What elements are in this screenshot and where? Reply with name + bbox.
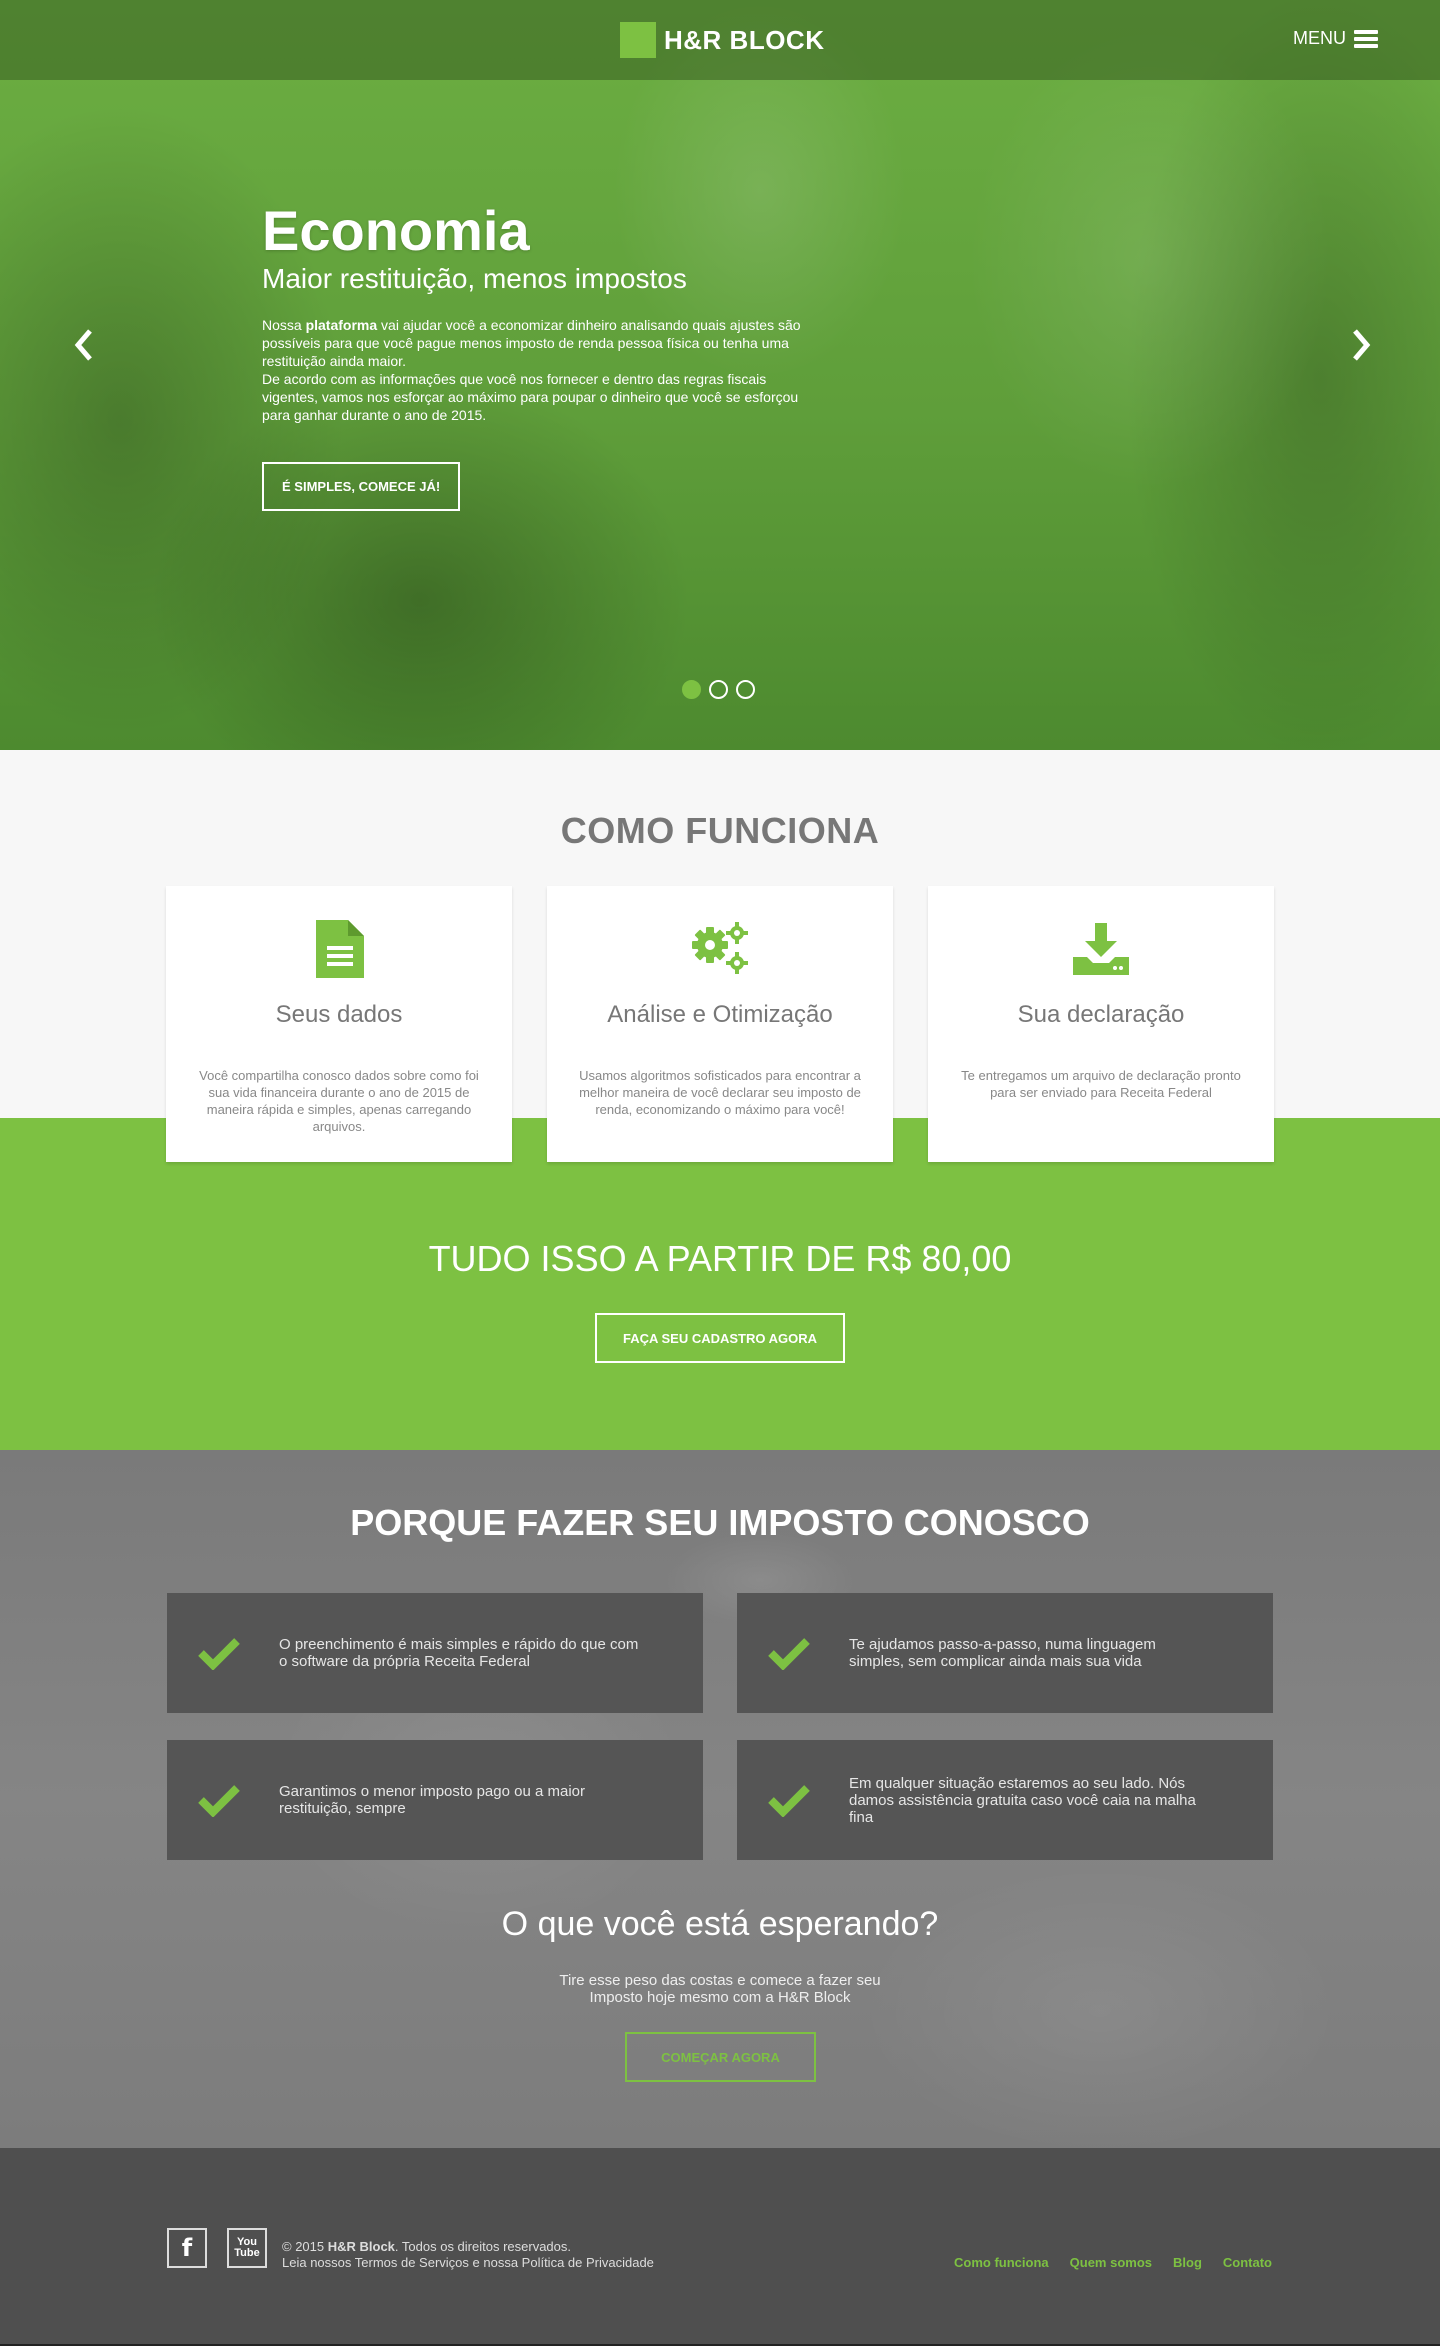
- hero-banner: H&R BLOCK MENU Economia Maior restituiçã…: [0, 0, 1440, 750]
- benefit-text: O preenchimento é mais simples e rápido …: [279, 1636, 639, 1670]
- checkmark-icon: [198, 1638, 240, 1670]
- benefit-text: Garantimos o menor imposto pago ou a mai…: [279, 1783, 585, 1817]
- cta-heading: O que você está esperando?: [501, 1905, 939, 1943]
- legal-links-line[interactable]: Leia nossos Termos de Serviços e nossa P…: [282, 2255, 654, 2270]
- benefit-text: Em qualquer situação estaremos ao seu la…: [849, 1774, 1196, 1826]
- steps-cards: Seus dados Você compartilha conosco dado…: [166, 886, 1274, 1162]
- hero-title: Economia: [262, 199, 530, 262]
- chevron-right-icon: [1353, 329, 1371, 361]
- hero-text-pre: Nossa: [262, 317, 306, 333]
- carousel-dot-3[interactable]: [736, 680, 755, 699]
- brand-logo[interactable]: H&R BLOCK: [620, 22, 825, 58]
- carousel-prev-button[interactable]: [70, 325, 100, 365]
- start-now-bottom-button[interactable]: COMEÇAR AGORA: [625, 2032, 816, 2082]
- footer-nav: Como funciona Quem somos Blog Contato: [954, 2255, 1272, 2270]
- download-icon: [928, 919, 1274, 979]
- step-title: Análise e Otimização: [607, 1001, 833, 1028]
- copyright-prefix: © 2015: [282, 2239, 328, 2254]
- cta-text-content: Tire esse peso das costas e comece a faz…: [559, 1972, 881, 2006]
- footer-link-blog[interactable]: Blog: [1173, 2255, 1202, 2270]
- logo-square-icon: [620, 22, 656, 58]
- hero-text-bold: plataforma: [305, 317, 378, 333]
- hero-text-second: De acordo com as informações que você no…: [262, 371, 799, 423]
- step-title: Sua declaração: [1017, 1001, 1185, 1028]
- footer-link-contato[interactable]: Contato: [1223, 2255, 1272, 2270]
- checkmark-icon: [768, 1785, 810, 1817]
- hero-content: Economia Maior restituição, menos impost…: [262, 200, 802, 511]
- footer: f You Tube © 2015 H&R Block. Todos os dir…: [0, 2148, 1440, 2346]
- carousel-dot-1[interactable]: [682, 680, 701, 699]
- youtube-glyph-bottom: Tube: [234, 2247, 260, 2259]
- checkmark-icon: [768, 1638, 810, 1670]
- youtube-icon[interactable]: You Tube: [227, 2228, 267, 2268]
- benefit-card: Garantimos o menor imposto pago ou a mai…: [167, 1740, 703, 1860]
- step-description: Você compartilha conosco dados sobre com…: [199, 1068, 479, 1134]
- document-icon: [166, 919, 512, 979]
- step-title: Seus dados: [275, 1001, 403, 1028]
- green-band: [0, 1118, 1440, 1450]
- hero-paragraph: Nossa plataforma vai ajudar você a econo…: [262, 316, 802, 424]
- brand-name: H&R BLOCK: [664, 24, 825, 55]
- facebook-icon[interactable]: f: [167, 2228, 207, 2268]
- benefit-card: Te ajudamos passo-a-passo, numa linguage…: [737, 1593, 1273, 1713]
- step-card-declaration: Sua declaração Te entregamos um arquivo …: [928, 886, 1274, 1162]
- menu-button[interactable]: MENU: [1293, 28, 1378, 49]
- hamburger-icon: [1354, 29, 1378, 48]
- how-it-works-title: COMO FUNCIONA: [560, 810, 880, 851]
- copyright-brand: H&R Block: [327, 2239, 395, 2254]
- checkmark-icon: [198, 1785, 240, 1817]
- menu-label: MENU: [1293, 28, 1346, 48]
- hero-subtitle: Maior restituição, menos impostos: [262, 263, 687, 294]
- chevron-left-icon: [74, 329, 92, 361]
- carousel-indicators: [682, 680, 755, 699]
- cta-text: Tire esse peso das costas e comece a faz…: [0, 1972, 1440, 2006]
- carousel-dot-2[interactable]: [709, 680, 728, 699]
- footer-link-como-funciona[interactable]: Como funciona: [954, 2255, 1049, 2270]
- signup-button[interactable]: FAÇA SEU CADASTRO AGORA: [595, 1313, 845, 1363]
- copyright-text: © 2015 H&R Block. Todos os direitos rese…: [282, 2239, 654, 2271]
- top-navbar: H&R BLOCK MENU: [0, 0, 1440, 80]
- step-description: Te entregamos um arquivo de declaração p…: [961, 1068, 1241, 1100]
- step-description: Usamos algoritmos sofisticados para enco…: [579, 1068, 861, 1117]
- start-now-button[interactable]: É SIMPLES, COMECE JÁ!: [262, 462, 461, 511]
- copyright-suffix: . Todos os direitos reservados.: [394, 2239, 571, 2254]
- why-us-title: PORQUE FAZER SEU IMPOSTO CONOSCO: [350, 1502, 1090, 1543]
- gears-icon: [547, 919, 893, 979]
- benefit-text: Te ajudamos passo-a-passo, numa linguage…: [849, 1636, 1156, 1670]
- benefit-card: O preenchimento é mais simples e rápido …: [167, 1593, 703, 1713]
- step-card-analysis: Análise e Otimização Usamos algoritmos s…: [547, 886, 893, 1162]
- how-it-works-section: COMO FUNCIONA Seus dados Você compartilh…: [0, 750, 1440, 1450]
- carousel-next-button[interactable]: [1345, 325, 1375, 365]
- benefit-card: Em qualquer situação estaremos ao seu la…: [737, 1740, 1273, 1860]
- footer-link-quem-somos[interactable]: Quem somos: [1070, 2255, 1152, 2270]
- step-card-data: Seus dados Você compartilha conosco dado…: [166, 886, 512, 1162]
- why-us-section: PORQUE FAZER SEU IMPOSTO CONOSCO O preen…: [0, 1450, 1440, 2148]
- price-headline: TUDO ISSO A PARTIR DE R$ 80,00: [428, 1238, 1012, 1279]
